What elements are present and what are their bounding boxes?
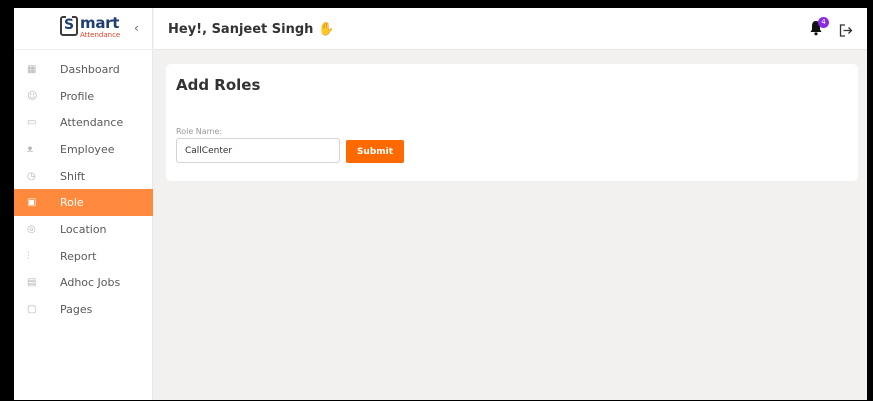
sidebar-item-label: Pages	[60, 303, 93, 317]
logout-icon[interactable]	[839, 22, 853, 41]
sidebar-nav: ▦ Dashboard ☺ Profile ▭ Attendance ᴥ Emp…	[14, 56, 153, 323]
sidebar-item-label: Attendance	[60, 116, 124, 130]
sidebar-item-location[interactable]: ◎ Location	[14, 216, 153, 243]
submit-button[interactable]: Submit	[346, 140, 404, 163]
sidebar-item-label: Employee	[60, 142, 115, 156]
sidebar-item-pages[interactable]: ▢ Pages	[14, 296, 153, 323]
app-window: S mart Attendance ‹ ▦ Dashboard ☺ Profil…	[14, 8, 867, 400]
sidebar: S mart Attendance ‹ ▦ Dashboard ☺ Profil…	[14, 8, 153, 400]
role-name-label: Role Name:	[176, 127, 223, 136]
brand-area: S mart Attendance ‹	[14, 8, 152, 50]
role-icon: ▣	[27, 197, 37, 209]
waving-hand-icon: ✋	[317, 22, 335, 37]
logo-subtitle: Attendance	[80, 31, 121, 39]
add-roles-card: Add Roles Role Name: Submit	[166, 64, 858, 181]
logo-wordmark: mart	[80, 14, 120, 32]
profile-icon: ☺	[27, 90, 38, 102]
notification-bell-icon[interactable]: 4	[809, 17, 829, 38]
sidebar-item-label: Report	[60, 249, 97, 263]
sidebar-item-adhoc-jobs[interactable]: ▤ Adhoc Jobs	[14, 270, 153, 297]
page-title: Add Roles	[176, 76, 261, 94]
sidebar-item-employee[interactable]: ᴥ Employee	[14, 136, 153, 163]
sidebar-item-label: Profile	[60, 89, 95, 103]
sidebar-item-label: Location	[60, 222, 107, 236]
location-icon: ◎	[27, 223, 36, 235]
report-icon: ⫶	[27, 250, 30, 262]
sidebar-item-dashboard[interactable]: ▦ Dashboard	[14, 56, 153, 83]
role-name-input[interactable]	[176, 138, 340, 163]
dashboard-icon: ▦	[27, 63, 37, 75]
sidebar-item-label: Role	[60, 196, 84, 210]
employee-icon: ᴥ	[27, 143, 34, 155]
sidebar-item-profile[interactable]: ☺ Profile	[14, 83, 153, 110]
greeting-text: Hey!, Sanjeet Singh	[168, 22, 314, 37]
pages-icon: ▢	[27, 304, 37, 316]
sidebar-item-label: Shift	[60, 169, 86, 183]
logo-s-mark: S	[60, 15, 78, 36]
sidebar-item-shift[interactable]: ◷ Shift	[14, 163, 153, 190]
notification-count-badge: 4	[818, 17, 829, 28]
sidebar-item-report[interactable]: ⫶ Report	[14, 243, 153, 270]
top-bar: Hey!, Sanjeet Singh ✋ 4	[154, 8, 867, 50]
attendance-icon: ▭	[27, 117, 37, 129]
shift-icon: ◷	[27, 170, 36, 182]
sidebar-item-role[interactable]: ▣ Role	[14, 189, 153, 217]
smart-attendance-logo[interactable]: S mart Attendance	[60, 14, 121, 39]
sidebar-item-label: Dashboard	[60, 62, 120, 76]
sidebar-item-label: Adhoc Jobs	[60, 276, 121, 290]
sidebar-item-attendance[interactable]: ▭ Attendance	[14, 109, 153, 136]
collapse-sidebar-icon[interactable]: ‹	[134, 21, 139, 35]
adhoc-jobs-icon: ▤	[27, 277, 37, 289]
